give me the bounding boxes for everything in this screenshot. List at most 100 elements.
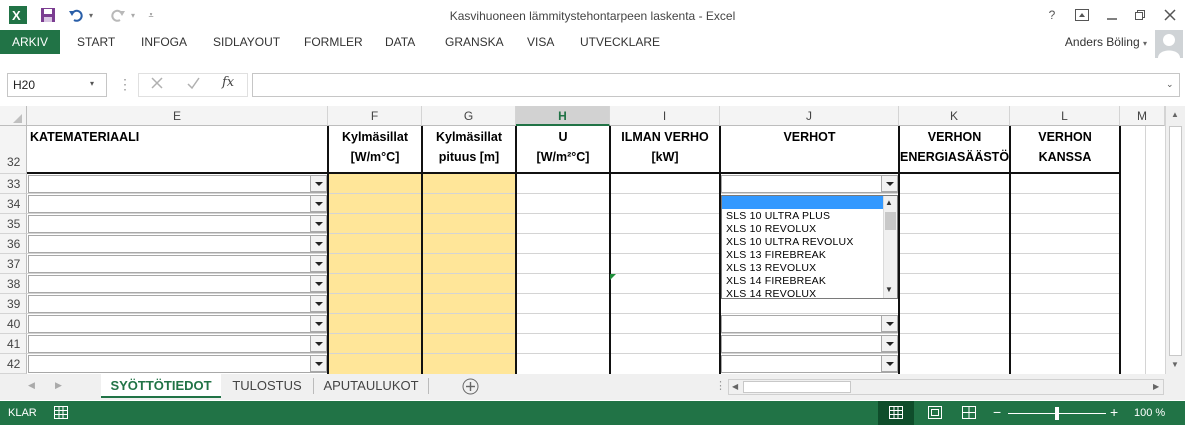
dropdown-arrow-icon[interactable] <box>310 335 327 352</box>
row-header[interactable]: 36 <box>0 234 27 254</box>
previous-sheet-icon[interactable]: ◀ <box>28 380 35 391</box>
macro-recording-icon[interactable] <box>54 406 68 422</box>
dropdown-arrow-icon[interactable] <box>881 175 898 192</box>
page-layout-view-icon[interactable] <box>928 406 942 422</box>
column-header-k[interactable]: K <box>899 106 1010 126</box>
katemateriaali-select[interactable] <box>28 275 327 293</box>
katemateriaali-select[interactable] <box>28 355 327 373</box>
dropdown-option[interactable]: SLS 10 ULTRA PLUS <box>726 210 830 222</box>
zoom-level[interactable]: 100 % <box>1134 407 1165 419</box>
worksheet-grid[interactable]: E F G H I J K L M 32 33 34 35 36 37 38 3… <box>0 106 1165 374</box>
select-all-corner[interactable] <box>0 106 27 126</box>
next-sheet-icon[interactable]: ▶ <box>55 380 62 391</box>
tab-utvecklare[interactable]: UTVECKLARE <box>571 30 669 54</box>
tab-granska[interactable]: GRANSKA <box>436 30 513 54</box>
close-icon[interactable] <box>1158 6 1182 24</box>
sheet-tab-tulostus[interactable]: TULOSTUS <box>221 374 313 398</box>
column-header-l[interactable]: L <box>1010 106 1120 126</box>
zoom-out-icon[interactable]: − <box>993 404 1001 420</box>
page-break-preview-icon[interactable] <box>962 406 976 422</box>
row-header[interactable]: 38 <box>0 274 27 294</box>
row-header[interactable]: 42 <box>0 354 27 374</box>
dropdown-scroll-thumb[interactable] <box>885 212 896 230</box>
dropdown-arrow-icon[interactable] <box>310 215 327 232</box>
help-button[interactable]: ? <box>1040 6 1064 24</box>
dropdown-option[interactable]: XLS 14 FIREBREAK <box>726 275 826 287</box>
dropdown-selected-option[interactable] <box>722 196 883 209</box>
column-header-i[interactable]: I <box>610 106 720 126</box>
tab-sidlayout[interactable]: SIDLAYOUT <box>204 30 289 54</box>
column-header-f[interactable]: F <box>328 106 422 126</box>
scroll-down-icon[interactable]: ▼ <box>885 285 893 294</box>
minimize-icon[interactable] <box>1100 6 1124 24</box>
dropdown-arrow-icon[interactable] <box>310 175 327 192</box>
dropdown-option[interactable]: XLS 10 REVOLUX <box>726 223 816 235</box>
vertical-scroll-thumb[interactable] <box>1169 126 1182 356</box>
account-name[interactable]: Anders Böling ▾ <box>1065 35 1147 49</box>
katemateriaali-select[interactable] <box>28 235 327 253</box>
horizontal-scroll-thumb[interactable] <box>743 381 851 393</box>
cancel-icon[interactable] <box>150 76 164 93</box>
scroll-up-icon[interactable]: ▲ <box>885 198 893 207</box>
verhot-select[interactable] <box>721 355 898 373</box>
row-header[interactable]: 34 <box>0 194 27 214</box>
scroll-up-icon[interactable]: ▲ <box>1171 110 1179 119</box>
katemateriaali-select[interactable] <box>28 295 327 313</box>
new-sheet-icon[interactable] <box>462 378 479 398</box>
row-header[interactable]: 37 <box>0 254 27 274</box>
zoom-slider-thumb[interactable] <box>1055 407 1059 420</box>
verhot-dropdown-list[interactable]: SLS 10 ULTRA PLUS XLS 10 REVOLUX XLS 10 … <box>721 195 898 299</box>
scroll-down-icon[interactable]: ▼ <box>1171 360 1179 369</box>
tab-formler[interactable]: FORMLER <box>295 30 372 54</box>
name-box-dropdown-icon[interactable]: ▾ <box>90 79 94 88</box>
tab-split-grip-icon[interactable]: ⋮ <box>715 380 726 392</box>
row-header[interactable]: 32 <box>0 126 27 174</box>
katemateriaali-select[interactable] <box>28 255 327 273</box>
dropdown-arrow-icon[interactable] <box>881 355 898 372</box>
tab-infoga[interactable]: INFOGA <box>132 30 196 54</box>
verhot-select[interactable] <box>721 315 898 333</box>
verhot-select[interactable] <box>721 175 898 193</box>
dropdown-option[interactable]: XLS 13 FIREBREAK <box>726 249 826 261</box>
sheet-tab-syottotiedot[interactable]: SYÖTTÖTIEDOT <box>101 374 221 398</box>
verhot-select[interactable] <box>721 335 898 353</box>
row-header[interactable]: 39 <box>0 294 27 314</box>
dropdown-arrow-icon[interactable] <box>310 295 327 312</box>
sheet-tab-aputaulukot[interactable]: APUTAULUKOT <box>314 374 428 398</box>
scroll-right-icon[interactable]: ▶ <box>1153 382 1159 391</box>
formula-input[interactable] <box>252 73 1180 97</box>
dropdown-arrow-icon[interactable] <box>310 315 327 332</box>
row-header[interactable]: 40 <box>0 314 27 334</box>
dropdown-arrow-icon[interactable] <box>310 195 327 212</box>
normal-view-button[interactable] <box>878 401 914 425</box>
avatar[interactable] <box>1155 30 1183 58</box>
dropdown-arrow-icon[interactable] <box>310 275 327 292</box>
ribbon-display-options-icon[interactable] <box>1070 6 1094 24</box>
vertical-scrollbar[interactable]: ▲ ▼ <box>1165 106 1185 374</box>
column-header-e[interactable]: E <box>27 106 328 126</box>
enter-icon[interactable] <box>186 76 200 93</box>
tab-start[interactable]: START <box>68 30 124 54</box>
row-header[interactable]: 41 <box>0 334 27 354</box>
katemateriaali-select[interactable] <box>28 175 327 193</box>
dropdown-option[interactable]: XLS 13 REVOLUX <box>726 262 816 274</box>
scroll-left-icon[interactable]: ◀ <box>732 382 738 391</box>
dropdown-arrow-icon[interactable] <box>310 355 327 372</box>
katemateriaali-select[interactable] <box>28 215 327 233</box>
katemateriaali-select[interactable] <box>28 335 327 353</box>
dropdown-arrow-icon[interactable] <box>310 255 327 272</box>
horizontal-scrollbar[interactable]: ◀ ▶ <box>728 379 1164 395</box>
insert-function-icon[interactable]: fx <box>222 75 234 90</box>
zoom-in-icon[interactable]: + <box>1110 404 1118 420</box>
dropdown-option[interactable]: XLS 14 REVOLUX <box>726 288 816 298</box>
katemateriaali-select[interactable] <box>28 195 327 213</box>
dropdown-arrow-icon[interactable] <box>310 235 327 252</box>
column-header-m[interactable]: M <box>1120 106 1165 126</box>
tab-arkiv[interactable]: ARKIV <box>0 30 60 54</box>
restore-icon[interactable] <box>1128 6 1152 24</box>
column-header-j[interactable]: J <box>720 106 899 126</box>
column-header-g[interactable]: G <box>422 106 516 126</box>
dropdown-option[interactable]: XLS 10 ULTRA REVOLUX <box>726 236 854 248</box>
tab-data[interactable]: DATA <box>376 30 424 54</box>
row-header[interactable]: 35 <box>0 214 27 234</box>
